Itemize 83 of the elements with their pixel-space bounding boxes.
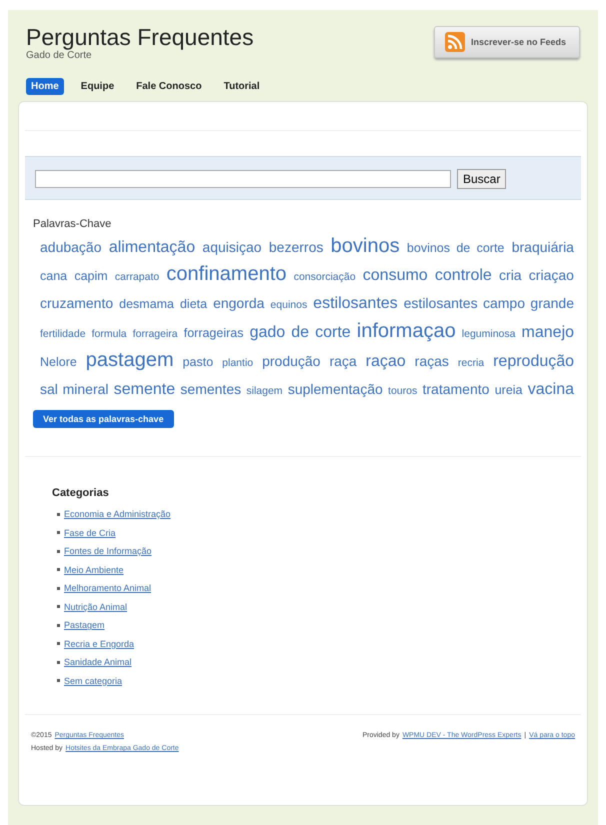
category-link[interactable]: Fontes de Informação (64, 546, 152, 556)
tag-link[interactable]: engorda (213, 295, 264, 311)
tag-link[interactable]: plantio (222, 357, 254, 369)
all-tags-button[interactable]: Ver todas as palavras-chave (33, 410, 174, 428)
tag-link[interactable]: aquisiçao (202, 239, 262, 255)
bullet-icon (57, 679, 60, 682)
tag-link[interactable]: cria (499, 267, 522, 283)
tag-link[interactable]: cana (40, 269, 68, 283)
search-field[interactable] (35, 170, 451, 188)
search-button[interactable]: Buscar (457, 169, 506, 189)
tag-link[interactable]: estilosantes (313, 295, 398, 312)
tag-link[interactable]: sementes (180, 381, 242, 397)
category-link[interactable]: Economia e Administração (64, 509, 171, 520)
feed-button[interactable]: Inscrever-se no Feeds (434, 26, 580, 58)
site-tagline: Gado de Corte (26, 50, 93, 61)
tag-link[interactable]: controle (434, 267, 492, 284)
nav-tab[interactable]: Tutorial (218, 78, 265, 95)
tag-link[interactable]: carrapato (114, 271, 160, 283)
category-link[interactable]: Recria e Engorda (64, 638, 134, 649)
category-link[interactable]: Nutrição Animal (64, 602, 128, 612)
tag-link[interactable]: gado de corte (250, 324, 351, 341)
tag-link[interactable]: desmama (119, 297, 174, 311)
tag-link[interactable]: equinos (270, 299, 308, 311)
tag-link[interactable]: informaçao (356, 320, 456, 342)
section-heading: Palavras-Chave (33, 218, 112, 230)
category-link[interactable]: Meio Ambiente (64, 564, 124, 575)
tag-link[interactable]: bezerros (268, 239, 324, 255)
category-link[interactable]: Melhoramento Animal (64, 583, 152, 594)
bullet-icon (57, 550, 60, 553)
bullet-icon (57, 512, 60, 516)
bullet-icon (57, 531, 60, 534)
category-link[interactable]: Sem categoria (64, 676, 122, 686)
tag-link[interactable]: vacina (528, 381, 574, 398)
tag-link[interactable]: bovinos (330, 235, 400, 257)
tag-link[interactable]: reprodução (493, 353, 574, 370)
rss-icon (445, 32, 465, 52)
tag-link[interactable]: tratamento (422, 381, 490, 397)
bullet-icon (57, 624, 60, 627)
bullet-icon (57, 586, 60, 590)
tag-link[interactable]: consumo (362, 267, 428, 284)
tag-link[interactable]: forrageiras (184, 326, 244, 340)
tag-link[interactable]: raça (329, 353, 357, 369)
tag-link[interactable]: Nelore (40, 355, 77, 369)
tag-link[interactable]: ureia (494, 383, 522, 397)
bullet-icon (57, 660, 60, 664)
tag-link[interactable]: formula (92, 328, 127, 340)
tag-link[interactable]: raças (414, 353, 449, 369)
tag-link[interactable]: cruzamento (40, 295, 114, 311)
nav-tab[interactable]: Fale Conosco (131, 78, 207, 95)
tag-link[interactable]: capim (74, 269, 108, 283)
tag-link[interactable]: pasto (182, 355, 214, 369)
nav-tab[interactable]: Home (26, 78, 64, 95)
tag-link[interactable]: adubação (40, 239, 102, 255)
tag-link[interactable]: silagem (246, 385, 283, 397)
bullet-icon (57, 568, 60, 572)
tag-link[interactable]: dieta (180, 297, 208, 311)
tag-link[interactable]: suplementação (288, 381, 383, 397)
tag-link[interactable]: estilosantes campo grande (404, 295, 574, 311)
site-title[interactable]: Perguntas Frequentes (26, 24, 254, 50)
tag-link[interactable]: criaçao (528, 267, 574, 283)
tag-link[interactable]: leguminosa (462, 328, 516, 340)
tag-link[interactable]: sal mineral (40, 381, 108, 397)
section-heading: Categorias (52, 487, 110, 499)
tag-link[interactable]: semente (114, 381, 176, 398)
tag-link[interactable]: consorciação (294, 271, 356, 283)
tag-link[interactable]: braquiária (512, 239, 574, 255)
category-link[interactable]: Sanidade Animal (64, 657, 132, 668)
category-link[interactable]: Pastagem (64, 620, 105, 630)
tag-link[interactable]: pastagem (86, 349, 174, 371)
category-link[interactable]: Fase de Cria (64, 528, 116, 538)
tag-link[interactable]: raçao (366, 353, 406, 370)
bullet-icon (57, 642, 60, 646)
tag-link[interactable]: bovinos de corte (406, 241, 504, 255)
tag-link[interactable]: alimentação (108, 239, 196, 256)
tag-link[interactable]: recria (458, 357, 484, 369)
tag-link[interactable]: forrageira (132, 328, 178, 340)
tag-link[interactable]: fertilidade (40, 328, 86, 340)
nav-tab[interactable]: Equipe (76, 78, 120, 95)
tag-link[interactable]: confinamento (166, 263, 286, 285)
bullet-icon (57, 605, 60, 608)
tag-link[interactable]: touros (388, 385, 418, 397)
tag-link[interactable]: manejo (522, 324, 574, 341)
tag-link[interactable]: produção (262, 353, 320, 369)
